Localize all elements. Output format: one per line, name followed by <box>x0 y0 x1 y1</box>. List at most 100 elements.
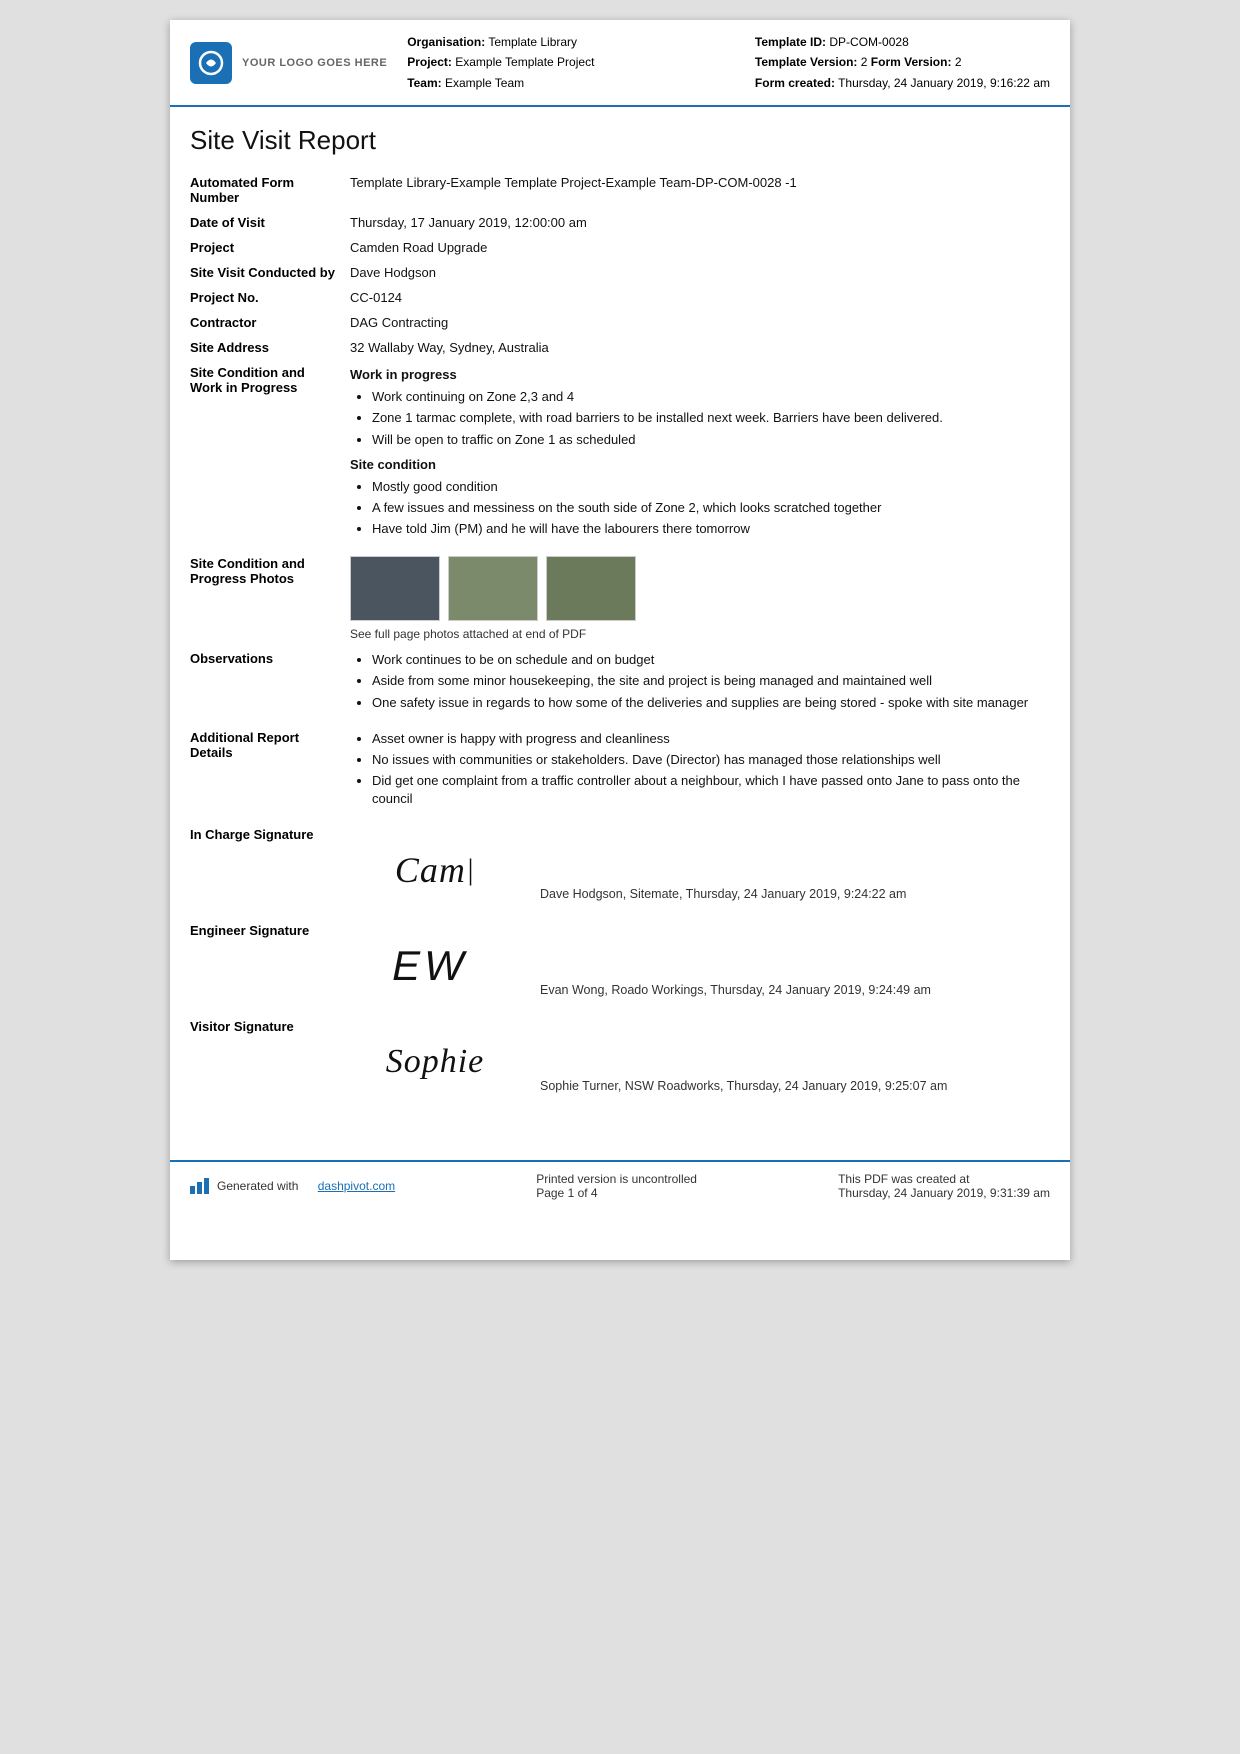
site-condition-heading2: Site condition <box>350 457 1042 472</box>
project-label: Project: <box>407 55 452 69</box>
form-created-label: Form created: <box>755 76 835 90</box>
photos-content: See full page photos attached at end of … <box>350 551 1050 646</box>
list-item: Work continuing on Zone 2,3 and 4 <box>372 388 1042 406</box>
engineer-signature-image: EW <box>350 931 510 1001</box>
logo-icon <box>190 42 232 84</box>
engineer-signature-box: EW <box>350 931 510 1001</box>
bar1 <box>190 1186 195 1194</box>
list-item: Aside from some minor housekeeping, the … <box>372 672 1042 690</box>
site-condition-content: Work in progress Work continuing on Zone… <box>350 360 1050 551</box>
site-condition-list2: Mostly good condition A few issues and m… <box>350 478 1042 539</box>
in-charge-sig-content: Cam| Dave Hodgson, Sitemate, Thursday, 2… <box>350 822 1050 918</box>
visitor-signature-row: Sophie Sophie Turner, NSW Roadworks, Thu… <box>350 1019 1042 1105</box>
logo-area: YOUR LOGO GOES HERE <box>190 32 387 93</box>
table-row: Project No. CC-0124 <box>190 285 1050 310</box>
contractor-label: Contractor <box>190 310 350 335</box>
photos-caption: See full page photos attached at end of … <box>350 627 1042 641</box>
footer: Generated with dashpivot.com Printed ver… <box>170 1160 1070 1210</box>
header: YOUR LOGO GOES HERE Organisation: Templa… <box>170 20 1070 107</box>
table-row: Site Condition and Work in Progress Work… <box>190 360 1050 551</box>
contractor-value: DAG Contracting <box>350 310 1050 335</box>
in-charge-signature-box: Cam| <box>350 835 510 905</box>
content: Site Visit Report Automated Form Number … <box>170 107 1070 1129</box>
photo-thumb-1 <box>350 556 440 621</box>
bar3 <box>204 1178 209 1194</box>
project-no-label: Project No. <box>190 285 350 310</box>
in-charge-sig-label: In Charge Signature <box>190 822 350 918</box>
team-value: Example Team <box>445 76 524 90</box>
footer-right: This PDF was created at Thursday, 24 Jan… <box>838 1172 1050 1200</box>
photo-thumb-2 <box>448 556 538 621</box>
engineer-signature-row: EW Evan Wong, Roado Workings, Thursday, … <box>350 923 1042 1009</box>
logo-text: YOUR LOGO GOES HERE <box>242 57 387 69</box>
observations-content: Work continues to be on schedule and on … <box>350 646 1050 725</box>
page-text: Page 1 of 4 <box>536 1186 697 1200</box>
list-item: Asset owner is happy with progress and c… <box>372 730 1042 748</box>
automated-form-number-label: Automated Form Number <box>190 170 350 210</box>
form-version-label: Form Version: <box>871 55 952 69</box>
site-address-label: Site Address <box>190 335 350 360</box>
site-address-value: 32 Wallaby Way, Sydney, Australia <box>350 335 1050 360</box>
page: YOUR LOGO GOES HERE Organisation: Templa… <box>170 20 1070 1260</box>
org-label: Organisation: <box>407 35 485 49</box>
table-row: Additional Report Details Asset owner is… <box>190 725 1050 822</box>
footer-link[interactable]: dashpivot.com <box>318 1179 395 1193</box>
date-of-visit-value: Thursday, 17 January 2019, 12:00:00 am <box>350 210 1050 235</box>
site-condition-heading1: Work in progress <box>350 367 1042 382</box>
engineer-sig-content: EW Evan Wong, Roado Workings, Thursday, … <box>350 918 1050 1014</box>
header-middle: Organisation: Template Library Project: … <box>407 32 735 93</box>
table-row: Project Camden Road Upgrade <box>190 235 1050 260</box>
table-row: Date of Visit Thursday, 17 January 2019,… <box>190 210 1050 235</box>
team-label: Team: <box>407 76 441 90</box>
observations-label: Observations <box>190 646 350 725</box>
uncontrolled-text: Printed version is uncontrolled <box>536 1172 697 1186</box>
project-value: Camden Road Upgrade <box>350 235 1050 260</box>
form-created-value: Thursday, 24 January 2019, 9:16:22 am <box>838 76 1050 90</box>
table-row: Site Visit Conducted by Dave Hodgson <box>190 260 1050 285</box>
list-item: Mostly good condition <box>372 478 1042 496</box>
list-item: A few issues and messiness on the south … <box>372 499 1042 517</box>
observations-list: Work continues to be on schedule and on … <box>350 651 1042 712</box>
in-charge-signature-row: Cam| Dave Hodgson, Sitemate, Thursday, 2… <box>350 827 1042 913</box>
project-no-value: CC-0124 <box>350 285 1050 310</box>
visitor-signature-image: Sophie <box>350 1027 510 1097</box>
visitor-signature-text: Sophie Turner, NSW Roadworks, Thursday, … <box>540 1079 947 1097</box>
site-condition-list1: Work continuing on Zone 2,3 and 4 Zone 1… <box>350 388 1042 449</box>
header-right: Template ID: DP-COM-0028 Template Versio… <box>755 32 1050 93</box>
date-of-visit-label: Date of Visit <box>190 210 350 235</box>
created-value: Thursday, 24 January 2019, 9:31:39 am <box>838 1186 1050 1200</box>
footer-middle: Printed version is uncontrolled Page 1 o… <box>536 1172 697 1200</box>
visitor-signature-box: Sophie <box>350 1027 510 1097</box>
photo-thumb-3 <box>546 556 636 621</box>
footer-left: Generated with dashpivot.com <box>190 1178 395 1194</box>
table-row: Site Address 32 Wallaby Way, Sydney, Aus… <box>190 335 1050 360</box>
automated-form-number-value: Template Library-Example Template Projec… <box>350 170 1050 210</box>
visitor-sig-content: Sophie Sophie Turner, NSW Roadworks, Thu… <box>350 1014 1050 1110</box>
table-row: Engineer Signature EW Evan Wong, Roado W… <box>190 918 1050 1014</box>
field-table: Automated Form Number Template Library-E… <box>190 170 1050 1109</box>
bar2 <box>197 1182 202 1194</box>
footer-logo-bars <box>190 1178 209 1194</box>
engineer-sig-label: Engineer Signature <box>190 918 350 1014</box>
visitor-sig-label: Visitor Signature <box>190 1014 350 1110</box>
table-row: Site Condition and Progress Photos See f… <box>190 551 1050 646</box>
org-value: Template Library <box>488 35 577 49</box>
generated-text: Generated with <box>217 1179 298 1193</box>
list-item: Zone 1 tarmac complete, with road barrie… <box>372 409 1042 427</box>
list-item: Work continues to be on schedule and on … <box>372 651 1042 669</box>
additional-content: Asset owner is happy with progress and c… <box>350 725 1050 822</box>
photos-label: Site Condition and Progress Photos <box>190 551 350 646</box>
site-visit-conducted-label: Site Visit Conducted by <box>190 260 350 285</box>
list-item: Have told Jim (PM) and he will have the … <box>372 520 1042 538</box>
table-row: Observations Work continues to be on sch… <box>190 646 1050 725</box>
in-charge-signature-text: Dave Hodgson, Sitemate, Thursday, 24 Jan… <box>540 887 906 905</box>
photos-row <box>350 556 1042 621</box>
table-row: In Charge Signature Cam| Dave Hodgson, S… <box>190 822 1050 918</box>
list-item: One safety issue in regards to how some … <box>372 694 1042 712</box>
project-label: Project <box>190 235 350 260</box>
template-version-label: Template Version: <box>755 55 857 69</box>
template-id-label: Template ID: <box>755 35 826 49</box>
table-row: Automated Form Number Template Library-E… <box>190 170 1050 210</box>
table-row: Visitor Signature Sophie Sophie Turner, … <box>190 1014 1050 1110</box>
template-id-value: DP-COM-0028 <box>829 35 908 49</box>
